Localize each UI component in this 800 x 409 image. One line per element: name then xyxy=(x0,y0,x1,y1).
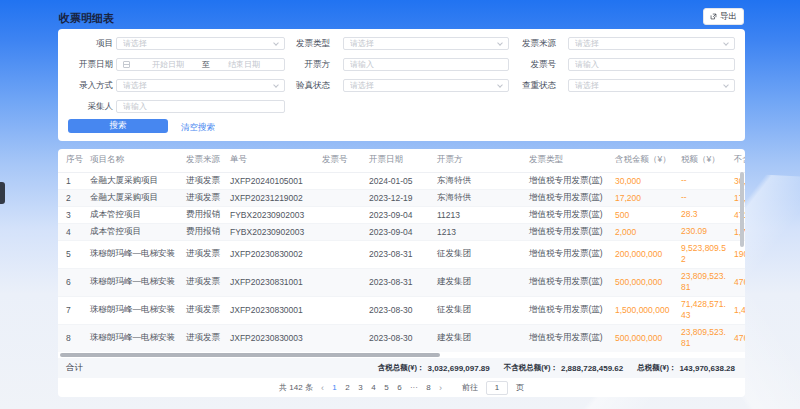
invoice-table-card: 序号 项目名称 发票来源 单号 发票号 开票日期 开票方 发票类型 含税金额（¥… xyxy=(58,149,745,397)
col-index: 序号 xyxy=(58,149,84,172)
summary-amount-excl-tax: 不含税总额(¥)：2,888,728,459.62 xyxy=(504,363,623,373)
export-icon xyxy=(710,13,717,20)
page-ellipsis[interactable]: ··· xyxy=(410,383,418,392)
page-1[interactable]: 1 xyxy=(332,383,337,392)
date-start-placeholder: 开始日期 xyxy=(134,59,202,70)
calendar-icon xyxy=(123,61,130,68)
col-tax: 税额（¥） xyxy=(677,149,730,172)
collector-label: 采集人 xyxy=(88,101,114,113)
page-2[interactable]: 2 xyxy=(345,383,350,392)
col-project-name: 项目名称 xyxy=(84,149,180,172)
goto-suffix: 页 xyxy=(516,382,524,393)
export-label: 导出 xyxy=(720,11,737,23)
table-row[interactable]: 3 成本管控项目 费用报销 FYBX20230902003 2023-09-04… xyxy=(58,206,745,223)
drawer-handle[interactable] xyxy=(0,182,5,204)
vertical-scrollbar[interactable] xyxy=(740,172,744,352)
issuer-label: 开票方 xyxy=(305,59,331,71)
next-page-button[interactable]: › xyxy=(439,384,442,392)
col-invoice-type: 发票类型 xyxy=(523,149,609,172)
page-5[interactable]: 5 xyxy=(384,383,389,392)
col-invoice-no: 发票号 xyxy=(316,149,363,172)
table-row[interactable]: 8 珠穆朗玛峰—电梯安装 进项发票 JXFP20230830003 2023-0… xyxy=(58,324,745,352)
table-scroll-area: 序号 项目名称 发票来源 单号 发票号 开票日期 开票方 发票类型 含税金额（¥… xyxy=(58,149,745,352)
col-invoice-source: 发票来源 xyxy=(180,149,224,172)
dup-status-label: 查重状态 xyxy=(522,80,556,92)
table-row[interactable]: 7 珠穆朗玛峰—电梯安装 进项发票 JXFP20230830001 2023-0… xyxy=(58,296,745,324)
page-4[interactable]: 4 xyxy=(371,383,376,392)
page-3[interactable]: 3 xyxy=(358,383,363,392)
project-select[interactable]: 请选择 xyxy=(116,37,285,50)
pagination-total: 共 142 条 xyxy=(279,382,313,393)
chevron-down-icon xyxy=(273,82,279,88)
pagination: 共 142 条 ‹ 1 2 3 4 5 6 ··· 8 › 前往 1 页 xyxy=(58,378,745,397)
summary-label: 合计 xyxy=(66,362,83,374)
filter-panel: 项目 请选择 发票类型 请选择 发票来源 请选择 开票日期 开始日期 至 结束日… xyxy=(58,29,745,141)
vertical-scrollbar-thumb[interactable] xyxy=(740,172,744,247)
invoice-no-input[interactable]: 请输入 xyxy=(568,58,735,71)
chevron-down-icon xyxy=(723,40,729,46)
date-separator: 至 xyxy=(202,59,210,70)
table-row[interactable]: 1 金融大厦采购项目 进项发票 JXFP20240105001 2024-01-… xyxy=(58,172,745,189)
col-invoice-date: 开票日期 xyxy=(363,149,431,172)
prev-page-button[interactable]: ‹ xyxy=(321,384,324,392)
table-row[interactable]: 4 成本管控项目 费用报销 FYBX20230902003 2023-09-04… xyxy=(58,223,745,240)
col-amount-incl-tax: 含税金额（¥） xyxy=(609,149,677,172)
invoice-date-label: 开票日期 xyxy=(79,59,113,71)
col-amount-excl-tax: 不含税金额（¥） xyxy=(730,149,745,172)
invoice-table: 序号 项目名称 发票来源 单号 发票号 开票日期 开票方 发票类型 含税金额（¥… xyxy=(58,149,745,352)
export-button[interactable]: 导出 xyxy=(703,8,744,25)
table-header-row: 序号 项目名称 发票来源 单号 发票号 开票日期 开票方 发票类型 含税金额（¥… xyxy=(58,149,745,172)
table-body: 1 金融大厦采购项目 进项发票 JXFP20240105001 2024-01-… xyxy=(58,172,745,352)
col-issuer: 开票方 xyxy=(431,149,523,172)
col-order-no: 单号 xyxy=(224,149,316,172)
entry-method-label: 录入方式 xyxy=(79,80,113,92)
verify-status-select[interactable]: 请选择 xyxy=(343,79,509,92)
date-end-placeholder: 结束日期 xyxy=(210,59,278,70)
entry-method-select[interactable]: 请选择 xyxy=(116,79,285,92)
table-row[interactable]: 6 珠穆朗玛峰—电梯安装 进项发票 JXFP20230831001 2023-0… xyxy=(58,268,745,296)
summary-total-tax: 总税额(¥)：143,970,638.28 xyxy=(637,363,735,373)
page-8[interactable]: 8 xyxy=(426,383,431,392)
search-button[interactable]: 搜索 xyxy=(68,119,168,133)
goto-page-input[interactable]: 1 xyxy=(486,381,508,395)
page-title: 收票明细表 xyxy=(59,11,114,26)
collector-input[interactable]: 请输入 xyxy=(116,100,285,113)
invoice-date-range[interactable]: 开始日期 至 结束日期 xyxy=(116,58,285,71)
clear-search-link[interactable]: 清空搜索 xyxy=(181,122,215,134)
invoice-source-select[interactable]: 请选择 xyxy=(568,37,735,50)
chevron-down-icon xyxy=(273,40,279,46)
invoice-type-label: 发票类型 xyxy=(296,38,330,50)
invoice-source-label: 发票来源 xyxy=(522,38,556,50)
summary-amount-incl-tax: 含税总额(¥)：3,032,699,097.89 xyxy=(378,363,490,373)
horizontal-scrollbar-thumb[interactable] xyxy=(60,353,440,357)
chevron-down-icon xyxy=(723,82,729,88)
invoice-no-label: 发票号 xyxy=(531,59,557,71)
goto-label: 前往 xyxy=(462,382,478,393)
table-row[interactable]: 5 珠穆朗玛峰—电梯安装 进项发票 JXFP20230830002 2023-0… xyxy=(58,240,745,268)
page-6[interactable]: 6 xyxy=(397,383,402,392)
table-row[interactable]: 2 金融大厦采购项目 进项发票 JXFP20231219002 2023-12-… xyxy=(58,189,745,206)
issuer-input[interactable]: 请输入 xyxy=(343,58,509,71)
invoice-type-select[interactable]: 请选择 xyxy=(343,37,509,50)
summary-row: 合计 含税总额(¥)：3,032,699,097.89 不含税总额(¥)：2,8… xyxy=(58,358,745,378)
verify-status-label: 验真状态 xyxy=(296,80,330,92)
project-label: 项目 xyxy=(96,38,113,50)
dup-status-select[interactable]: 请选择 xyxy=(568,79,735,92)
